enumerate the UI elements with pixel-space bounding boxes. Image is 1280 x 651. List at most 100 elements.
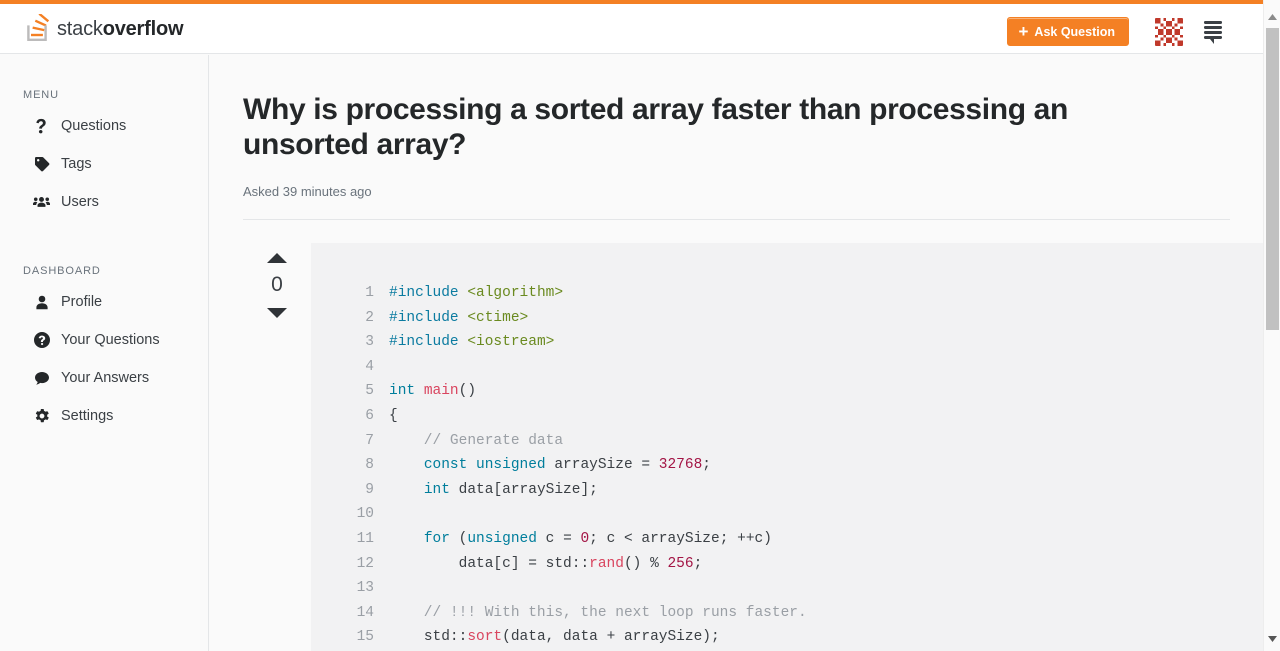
code-line: 8 const unsigned arraySize = 32768; — [311, 453, 1263, 478]
ask-question-button[interactable]: + Ask Question — [1007, 17, 1129, 46]
code-token: sort — [467, 629, 503, 646]
plus-icon: + — [1018, 21, 1029, 41]
users-icon — [33, 194, 50, 211]
code-token: ++ — [737, 530, 755, 547]
sidebar-item-questions[interactable]: Questions — [0, 113, 208, 139]
code-line: 10 — [311, 502, 1263, 527]
code-line-content: int main() — [389, 379, 1263, 404]
sidebar-item-settings[interactable]: Settings — [0, 403, 208, 429]
code-token: arraySize) — [623, 629, 711, 646]
sidebar-item-tags[interactable]: Tags — [0, 151, 208, 177]
code-line-content: std::sort(data, data + arraySize); — [389, 625, 1263, 650]
sidebar-item-label: Tags — [61, 156, 92, 172]
code-token: = — [528, 555, 546, 572]
code-token: ; c — [589, 530, 624, 547]
code-token: [ — [493, 481, 503, 498]
code-token: const unsigned — [423, 457, 555, 474]
code-token: ; — [702, 457, 711, 474]
speech-bubble-icon — [33, 370, 50, 387]
code-token: = — [563, 530, 581, 547]
logo-wordmark: stackoverflow — [57, 17, 184, 41]
code-line-number: 7 — [365, 432, 374, 449]
code-line: 2 #include <ctime> — [311, 306, 1263, 331]
person-icon — [33, 294, 50, 311]
code-listing: 1 #include <algorithm> 2 #include <ctime> 3 #… — [311, 281, 1263, 650]
code-line-number: 8 — [365, 457, 374, 474]
code-line-number: 10 — [356, 506, 374, 523]
scroll-down-arrow[interactable] — [1264, 630, 1280, 647]
main-content: Why is processing a sorted array faster … — [210, 55, 1263, 651]
code-line-number: 3 — [365, 334, 374, 351]
sidebar-item-label: Your Questions — [61, 332, 160, 348]
code-token: int — [389, 383, 424, 400]
code-token: arraySize — [502, 481, 581, 498]
vote-count: 0 — [271, 273, 283, 296]
code-line-number: 1 — [365, 285, 374, 301]
code-token: ; — [719, 530, 738, 547]
upvote-arrow[interactable] — [265, 251, 289, 264]
code-token: = — [641, 457, 659, 474]
code-token: () — [458, 383, 477, 400]
scroll-thumb[interactable] — [1266, 28, 1279, 330]
header-divider — [243, 219, 1230, 220]
sidebar-item-your-answers[interactable]: Your Answers — [0, 365, 208, 391]
code-token: arraySize — [554, 457, 642, 474]
code-line-number: 9 — [365, 481, 374, 498]
code-token: <algorithm> — [467, 285, 564, 301]
code-token: + — [606, 629, 624, 646]
code-token: ]; — [580, 481, 598, 498]
code-token: 0 — [580, 530, 590, 547]
code-line: 4 — [311, 355, 1263, 380]
code-token: % — [650, 555, 668, 572]
code-line: 14 // !!! With this, the next loop runs … — [311, 601, 1263, 626]
site-logo[interactable]: stackoverflow — [24, 12, 184, 44]
inbox-icon[interactable] — [1201, 19, 1225, 45]
code-line: 7 // Generate data — [311, 429, 1263, 454]
code-line-content: // Generate data — [389, 429, 1263, 454]
code-line-content: const unsigned arraySize = 32768; — [389, 453, 1263, 478]
scroll-up-arrow[interactable] — [1264, 8, 1280, 25]
downvote-arrow[interactable] — [265, 307, 289, 320]
code-token: c — [545, 530, 564, 547]
code-token: < — [623, 530, 642, 547]
code-token: ; — [710, 629, 720, 646]
sidebar-heading-dashboard: DASHBOARD — [23, 265, 101, 277]
sidebar-item-your-questions[interactable]: Your Questions — [0, 327, 208, 353]
code-line-content: { — [389, 404, 1263, 429]
code-token: (data, data — [502, 629, 607, 646]
question-mark-icon — [33, 118, 50, 135]
code-line: 1 #include <algorithm> — [311, 281, 1263, 306]
code-token: 256 — [667, 555, 694, 572]
code-line-number: 4 — [365, 358, 374, 375]
code-line-content: // !!! With this, the next loop runs fas… — [389, 601, 1263, 626]
page-scrollbar[interactable] — [1263, 0, 1280, 651]
code-token: ; — [693, 555, 703, 572]
code-line-number: 2 — [365, 309, 374, 326]
code-line-number: 5 — [365, 383, 374, 400]
question-circle-icon — [33, 332, 50, 349]
code-token: data — [389, 555, 494, 572]
code-token: data — [458, 481, 494, 498]
sidebar-item-profile[interactable]: Profile — [0, 289, 208, 315]
vote-widget: 0 — [243, 243, 311, 651]
sidebar-item-users[interactable]: Users — [0, 189, 208, 215]
question-asked-timestamp: Asked 39 minutes ago — [243, 184, 372, 199]
stack-overflow-logo-icon — [24, 12, 50, 44]
logo-text-bold: overflow — [102, 17, 184, 40]
code-line: 3 #include <iostream> — [311, 330, 1263, 355]
code-line-number: 6 — [365, 407, 374, 424]
sidebar-item-label: Questions — [61, 118, 127, 134]
ask-question-label: Ask Question — [1034, 24, 1115, 39]
code-token: 32768 — [658, 457, 703, 474]
user-avatar[interactable] — [1155, 18, 1183, 46]
code-token: unsigned — [467, 530, 546, 547]
sidebar-item-label: Your Answers — [61, 370, 150, 386]
code-line: 15 std::sort(data, data + arraySize); — [311, 625, 1263, 650]
question-post: 0 1 #include <algorithm> 2 #include <ctime>… — [243, 243, 1263, 651]
code-line: 6{ — [311, 404, 1263, 429]
code-block[interactable]: 1 #include <algorithm> 2 #include <ctime> 3 #… — [311, 243, 1263, 651]
code-line-content — [389, 502, 1263, 527]
